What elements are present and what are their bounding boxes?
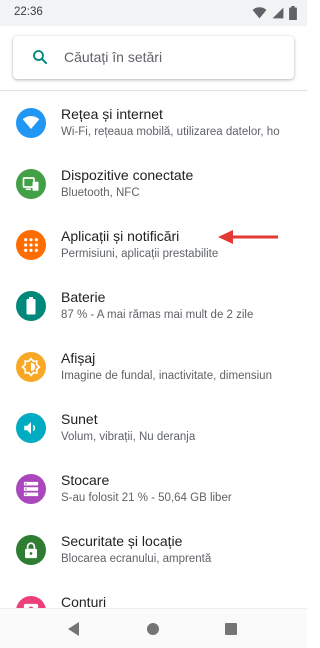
settings-item-sound[interactable]: Sunet Volum, vibrații, Nu deranja	[0, 396, 307, 457]
devices-icon	[16, 169, 46, 199]
status-icons	[252, 5, 297, 21]
settings-item-subtitle: Permisiuni, aplicații prestabilite	[61, 248, 219, 260]
settings-item-network[interactable]: Rețea și internet Wi-Fi, rețeaua mobilă,…	[0, 91, 307, 152]
apps-grid-icon	[16, 230, 46, 260]
settings-item-title: Conturi	[61, 594, 107, 609]
wifi-icon	[16, 108, 46, 138]
settings-item-title: Rețea și internet	[61, 106, 163, 122]
wifi-status-icon	[252, 7, 267, 19]
lock-icon	[16, 535, 46, 565]
settings-item-subtitle: Blocarea ecranului, amprentă	[61, 553, 212, 565]
settings-item-security[interactable]: Securitate și locație Blocarea ecranului…	[0, 518, 307, 579]
settings-item-title: Baterie	[61, 289, 106, 305]
search-icon	[33, 50, 47, 64]
annotation-arrow-icon	[218, 230, 278, 244]
settings-item-subtitle: Volum, vibrații, Nu deranja	[61, 431, 196, 443]
settings-item-title: Dispozitive conectate	[61, 167, 194, 183]
settings-item-subtitle: S-au folosit 21 % - 50,64 GB liber	[61, 492, 232, 504]
signal-status-icon	[272, 7, 284, 19]
settings-item-display[interactable]: Afișaj Imagine de fundal, inactivitate, …	[0, 335, 307, 396]
volume-icon	[16, 413, 46, 443]
settings-item-storage[interactable]: Stocare S-au folosit 21 % - 50,64 GB lib…	[0, 457, 307, 518]
settings-item-title: Stocare	[61, 472, 110, 488]
search-placeholder: Căutați în setări	[64, 49, 163, 65]
settings-item-subtitle: Imagine de fundal, inactivitate, dimensi…	[61, 370, 272, 382]
settings-item-subtitle: Bluetooth, NFC	[61, 187, 140, 199]
settings-item-title: Aplicații și notificări	[61, 228, 180, 244]
home-icon[interactable]	[145, 621, 161, 637]
settings-item-devices[interactable]: Dispozitive conectate Bluetooth, NFC	[0, 152, 307, 213]
settings-item-title: Sunet	[61, 411, 98, 427]
settings-item-title: Securitate și locație	[61, 533, 183, 549]
settings-item-title: Afișaj	[61, 350, 96, 366]
storage-icon	[16, 474, 46, 504]
settings-item-battery[interactable]: Baterie 87 % - A mai rămas mai mult de 2…	[0, 274, 307, 335]
status-time: 22:36	[14, 6, 43, 18]
search-bar[interactable]: Căutați în setări	[13, 36, 294, 79]
battery-icon	[16, 291, 46, 321]
brightness-icon	[16, 352, 46, 382]
settings-item-accounts[interactable]: Conturi	[0, 579, 307, 609]
navigation-bar	[0, 608, 307, 648]
settings-item-subtitle: 87 % - A mai rămas mai mult de 2 zile	[61, 309, 254, 321]
back-icon[interactable]	[66, 621, 82, 637]
recents-icon[interactable]	[223, 621, 239, 637]
status-bar: 22:36	[0, 0, 307, 26]
settings-item-subtitle: Wi-Fi, rețeaua mobilă, utilizarea datelo…	[61, 126, 280, 138]
battery-status-icon	[289, 6, 297, 20]
